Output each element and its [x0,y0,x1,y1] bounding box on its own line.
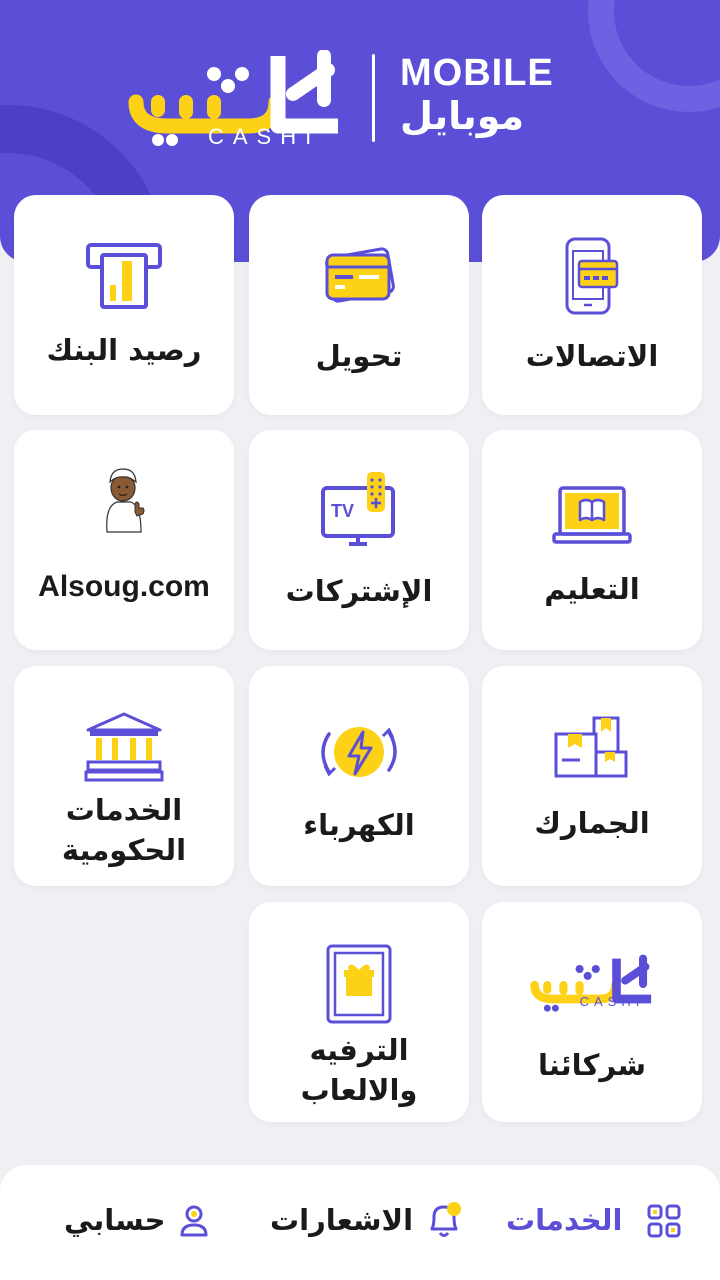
service-card-transfer[interactable]: تحويل [249,195,469,415]
gift-card-icon [326,944,392,1024]
service-card-subscriptions[interactable]: TV الإشتركات [249,430,469,650]
bell-icon [430,1202,461,1237]
boxes-icon [554,716,628,778]
atm-icon [86,243,162,309]
mobile-card-icon [565,237,619,315]
tab-label: الاشعارات [270,1203,414,1237]
user-icon [180,1205,208,1237]
tab-services[interactable]: الخدمات [500,1165,690,1280]
service-card-alsoug[interactable]: Alsoug.com [14,430,234,650]
service-label: الاتصالات [525,339,659,373]
service-label: الترفيه والالعاب [300,1033,418,1107]
svg-text:TV: TV [331,501,354,521]
alsoug-mascot-icon [106,468,145,533]
service-label: التعليم [544,572,640,606]
electricity-icon [321,727,397,777]
service-label: الإشتركات [285,574,433,608]
logo-mobile-ar: موبايل [400,94,525,138]
service-card-partners[interactable]: CASHI شركائنا [482,902,702,1122]
laptop-book-icon [552,486,632,544]
service-label: شركائنا [538,1048,646,1082]
service-card-government[interactable]: الخدمات الحكومية [14,666,234,886]
app-logo: CASHI MOBILE موبايل [128,50,553,150]
tab-label: حسابي [64,1203,166,1237]
bottom-tab-bar: الخدمات الاشعارات حسابي [0,1165,720,1280]
service-label: Alsoug.com [38,570,210,603]
service-card-customs[interactable]: الجمارك [482,666,702,886]
service-label: الخدمات الحكومية [61,793,187,867]
service-card-telecom[interactable]: الاتصالات [482,195,702,415]
grid-icon [647,1204,681,1238]
service-card-electricity[interactable]: الكهرباء [249,666,469,886]
transfer-card-icon [325,247,395,303]
service-label: رصيد البنك [46,333,202,367]
service-label: الجمارك [534,806,650,840]
logo-divider [372,54,375,142]
service-label: تحويل [315,339,403,373]
tab-account[interactable]: حسابي [60,1165,220,1280]
service-card-bank-balance[interactable]: رصيد البنك [14,195,234,415]
service-card-entertainment[interactable]: الترفيه والالعاب [249,902,469,1122]
service-card-education[interactable]: التعليم [482,430,702,650]
logo-mobile-en: MOBILE [400,52,554,94]
partners-logo-latin: CASHI [579,994,645,1009]
tab-label: الخدمات [506,1203,623,1237]
government-building-icon [84,712,164,782]
tab-notifications[interactable]: الاشعارات [268,1165,468,1280]
decorative-ring [588,0,720,112]
tv-remote-icon: TV [321,472,395,546]
service-label: الكهرباء [303,808,415,842]
logo-latin-text: CASHI [208,124,321,149]
